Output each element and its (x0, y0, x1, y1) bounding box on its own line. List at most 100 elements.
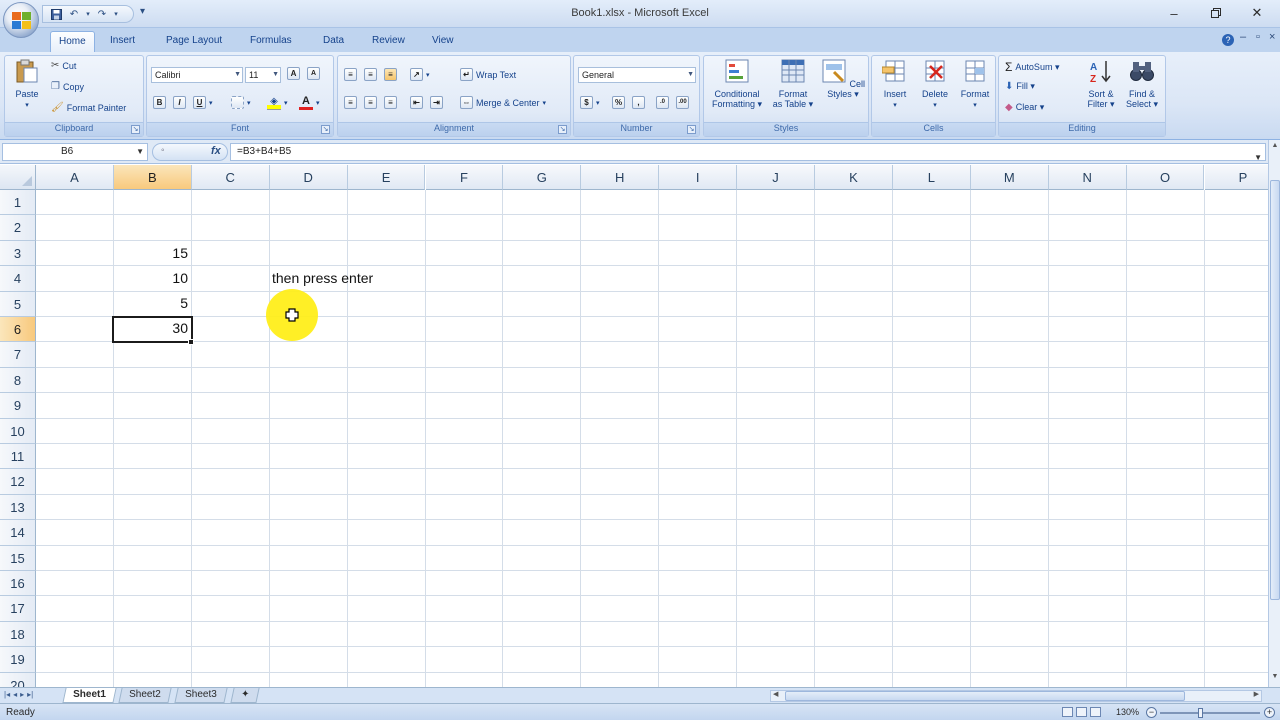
help-icon[interactable]: ? (1222, 34, 1234, 46)
scroll-right-icon[interactable]: ▶ (1254, 690, 1259, 698)
cell-b3[interactable]: 15 (114, 241, 192, 266)
row-header-3[interactable]: 3 (0, 240, 36, 267)
tab-insert[interactable]: Insert (102, 31, 143, 52)
formula-input[interactable]: =B3+B4+B5 ▼ (230, 143, 1266, 162)
comma-button[interactable]: , (632, 96, 645, 109)
horizontal-scrollbar[interactable]: ◀ ▶ (770, 690, 1262, 702)
next-sheet-icon[interactable]: ▸ (20, 690, 24, 699)
tab-page-layout[interactable]: Page Layout (158, 31, 230, 52)
borders-button[interactable]: ▾ (231, 96, 251, 109)
row-header-1[interactable]: 1 (0, 190, 36, 216)
column-header-f[interactable]: F (425, 165, 504, 190)
normal-view-icon[interactable] (1062, 707, 1073, 717)
copy-button[interactable]: ❐ Copy (51, 81, 84, 92)
fill-color-button[interactable]: ◈ ▾ (267, 96, 288, 110)
align-right-button[interactable]: ≡ (384, 96, 397, 109)
align-left-button[interactable]: ≡ (344, 96, 357, 109)
zoom-in-button[interactable]: + (1264, 707, 1275, 718)
column-header-k[interactable]: K (815, 165, 893, 190)
office-button[interactable] (3, 2, 39, 38)
merge-center-button[interactable]: ⇔ Merge & Center ▾ (460, 96, 546, 109)
column-header-a[interactable]: A (36, 165, 114, 190)
font-size-select[interactable]: 11 ▼ (245, 67, 281, 83)
font-color-button[interactable]: A ▾ (299, 96, 320, 110)
format-cells-button[interactable]: Format ▾ (956, 58, 994, 111)
font-name-select[interactable]: Calibri ▼ (151, 67, 243, 83)
align-center-button[interactable]: ≡ (364, 96, 377, 109)
row-header-8[interactable]: 8 (0, 367, 36, 394)
wrap-text-button[interactable]: ↵ Wrap Text (460, 68, 516, 81)
cell-d4[interactable]: then press enter (272, 266, 472, 291)
page-layout-view-icon[interactable] (1076, 707, 1087, 717)
bold-button[interactable]: B (153, 96, 166, 109)
minimize-button[interactable]: – (1163, 4, 1185, 22)
cut-button[interactable]: ✂ Cut (51, 60, 76, 71)
insert-function-button[interactable]: fx (211, 145, 221, 157)
row-header-19[interactable]: 19 (0, 647, 36, 673)
column-header-n[interactable]: N (1048, 165, 1127, 190)
column-header-i[interactable]: I (659, 165, 738, 190)
tab-view[interactable]: View (424, 31, 462, 52)
fill-handle[interactable] (188, 339, 194, 345)
column-header-l[interactable]: L (892, 165, 971, 190)
doc-minimize-button[interactable]: – (1240, 31, 1246, 43)
number-launcher-icon[interactable]: ↘ (687, 125, 696, 134)
zoom-slider-knob[interactable] (1198, 708, 1203, 718)
column-header-c[interactable]: C (191, 165, 270, 190)
align-bottom-button[interactable]: ≡ (384, 68, 397, 81)
increase-indent-button[interactable]: ⇥ (430, 96, 443, 109)
currency-button[interactable]: $ ▾ (580, 96, 600, 109)
prev-sheet-icon[interactable]: ◂ (13, 690, 17, 699)
cell-b5[interactable]: 5 (114, 291, 192, 316)
italic-button[interactable]: I (173, 96, 186, 109)
increase-decimal-button[interactable]: .0 (656, 96, 669, 109)
doc-restore-button[interactable]: ▫ (1256, 31, 1260, 43)
close-button[interactable]: ✕ (1246, 4, 1268, 22)
decrease-indent-button[interactable]: ⇤ (410, 96, 423, 109)
vertical-scrollbar[interactable]: ▲ ▼ (1268, 140, 1280, 687)
doc-close-button[interactable]: × (1269, 31, 1275, 43)
sheet-tab-sheet1[interactable]: Sheet1 (62, 688, 117, 703)
column-header-h[interactable]: H (581, 165, 660, 190)
column-header-e[interactable]: E (347, 165, 426, 190)
tab-data[interactable]: Data (315, 31, 352, 52)
scroll-left-icon[interactable]: ◀ (773, 690, 778, 698)
horizontal-scroll-thumb[interactable] (785, 691, 1185, 701)
tab-home[interactable]: Home (50, 31, 95, 52)
conditional-formatting-button[interactable]: Conditional Formatting ▾ (706, 58, 768, 109)
row-header-12[interactable]: 12 (0, 469, 36, 495)
row-header-15[interactable]: 15 (0, 545, 36, 571)
column-header-b[interactable]: B (113, 165, 192, 190)
decrease-decimal-button[interactable]: .00 (676, 96, 689, 109)
delete-cells-button[interactable]: Delete ▾ (916, 58, 954, 111)
scroll-down-icon[interactable]: ▼ (1270, 673, 1280, 685)
align-top-button[interactable]: ≡ (344, 68, 357, 81)
row-header-4[interactable]: 4 (0, 266, 36, 292)
row-header-10[interactable]: 10 (0, 418, 36, 444)
format-painter-button[interactable]: 🖌 Format Painter (51, 102, 126, 113)
format-as-table-button[interactable]: Format as Table ▾ (768, 58, 818, 109)
zoom-slider[interactable] (1160, 712, 1260, 714)
row-header-7[interactable]: 7 (0, 342, 36, 368)
column-header-g[interactable]: G (503, 165, 582, 190)
expand-formula-bar-icon[interactable]: ▼ (1254, 150, 1262, 166)
row-header-14[interactable]: 14 (0, 520, 36, 546)
row-header-17[interactable]: 17 (0, 596, 36, 622)
column-header-p[interactable]: P (1204, 165, 1268, 190)
sheet-tab-sheet2[interactable]: Sheet2 (118, 688, 172, 703)
find-select-button[interactable]: Find & Select ▾ (1121, 58, 1163, 109)
page-break-view-icon[interactable] (1090, 707, 1101, 717)
scroll-up-icon[interactable]: ▲ (1270, 142, 1280, 154)
clear-button[interactable]: ◆ Clear ▾ (1005, 102, 1044, 113)
row-header-11[interactable]: 11 (0, 444, 36, 470)
insert-cells-button[interactable]: Insert ▾ (876, 58, 914, 111)
row-header-20[interactable]: 20 (0, 672, 36, 687)
paste-button[interactable]: Paste ▾ (9, 58, 45, 111)
tab-review[interactable]: Review (364, 31, 413, 52)
percent-button[interactable]: % (612, 96, 625, 109)
clipboard-launcher-icon[interactable]: ↘ (131, 125, 140, 134)
row-header-6[interactable]: 6 (0, 317, 36, 343)
row-header-2[interactable]: 2 (0, 215, 36, 241)
alignment-launcher-icon[interactable]: ↘ (558, 125, 567, 134)
row-header-18[interactable]: 18 (0, 621, 36, 648)
